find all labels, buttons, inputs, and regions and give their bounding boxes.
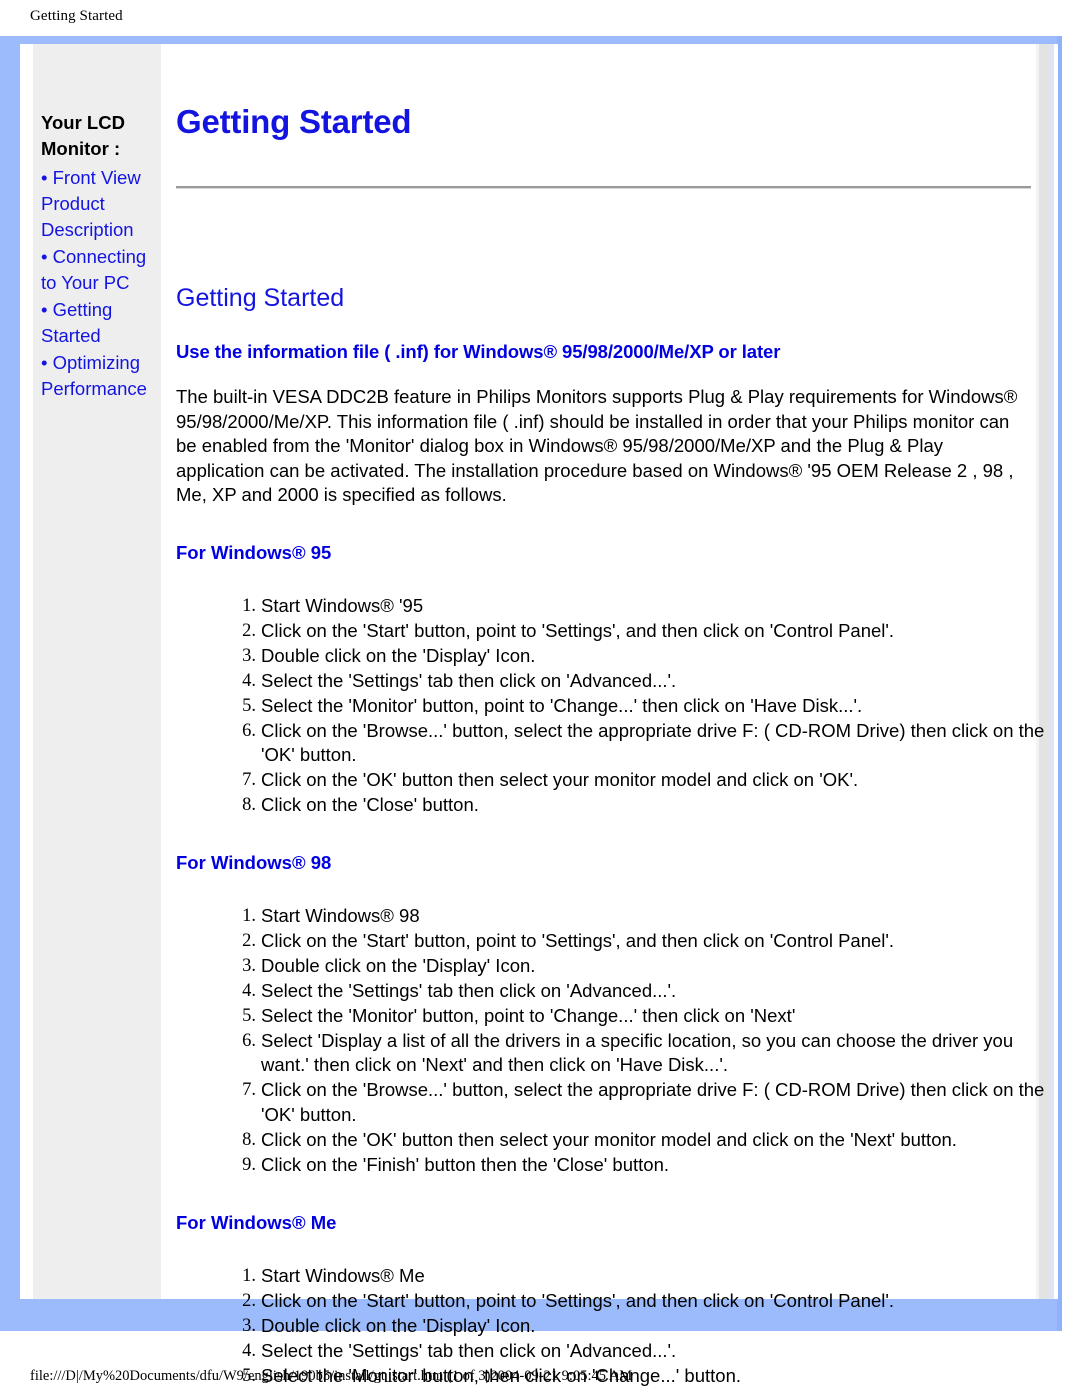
list-item: Click on the 'Browse...' button, select … [234, 719, 1045, 766]
list-item: Start Windows® '95 [234, 594, 424, 619]
bullet-icon: • [41, 351, 53, 373]
list-item: Click on the 'Start' button, point to 'S… [234, 1289, 895, 1314]
main-content: Getting Started Getting Started Use the … [176, 44, 1044, 1388]
steps-list-windows-me: Start Windows® Me Click on the 'Start' b… [176, 1234, 1031, 1388]
list-item: Click on the 'Start' button, point to 'S… [234, 929, 895, 954]
list-item: Click on the 'Browse...' button, select … [234, 1078, 1045, 1126]
list-item: Select the 'Monitor' button, point to 'C… [234, 694, 863, 719]
sidebar-item-getting-started[interactable]: • Getting Started [33, 297, 161, 350]
sidebar-item-label[interactable]: Getting Started [41, 299, 112, 346]
sidebar-nav: Your LCD Monitor : • Front View Product … [33, 110, 161, 403]
steps-list-windows-98: Start Windows® 98 Click on the 'Start' b… [176, 874, 1044, 1178]
list-item: Start Windows® Me [234, 1264, 425, 1289]
heading-for-windows-98: For Windows® 98 [176, 852, 332, 874]
list-item: Double click on the 'Display' Icon. [234, 1314, 536, 1339]
print-page-footer: file:///D|/My%20Documents/dfu/W9/english… [30, 1368, 633, 1384]
list-item: Click on the 'OK' button then select you… [234, 768, 859, 793]
sidebar-item-connecting[interactable]: • Connecting to Your PC [33, 244, 161, 297]
heading-for-windows-95: For Windows® 95 [176, 541, 332, 563]
list-item: Click on the 'OK' button then select you… [234, 1128, 957, 1153]
intro-paragraph: The built-in VESA DDC2B feature in Phili… [176, 385, 1018, 506]
sidebar-link-list: • Front View Product Description • Conne… [33, 165, 161, 403]
major-heading-inf-file: Use the information file ( .inf) for Win… [176, 340, 781, 362]
sidebar-item-optimizing[interactable]: • Optimizing Performance [33, 350, 161, 403]
page-title: Getting Started [176, 103, 412, 140]
sidebar-item-label[interactable]: Optimizing Performance [41, 352, 147, 399]
steps-list-windows-95: Start Windows® '95 Click on the 'Start' … [176, 564, 1044, 818]
list-item: Start Windows® 98 [234, 904, 420, 929]
sidebar-item-front-view[interactable]: • Front View Product Description [33, 165, 161, 244]
bullet-icon: • [41, 298, 53, 320]
list-item: Select 'Display a list of all the driver… [234, 1029, 1014, 1076]
section-title: Getting Started [176, 284, 345, 313]
heading-for-windows-me: For Windows® Me [176, 1211, 337, 1233]
print-page-header: Getting Started [30, 8, 123, 24]
list-item: Double click on the 'Display' Icon. [234, 954, 536, 979]
sidebar-item-label[interactable]: Connecting to Your PC [41, 246, 146, 293]
list-item: Select the 'Settings' tab then click on … [234, 1339, 677, 1364]
list-item: Select the 'Monitor' button, point to 'C… [234, 1004, 796, 1029]
list-item: Select the 'Settings' tab then click on … [234, 979, 677, 1004]
list-item: Double click on the 'Display' Icon. [234, 644, 536, 669]
list-item: Select the 'Settings' tab then click on … [234, 669, 677, 694]
list-item: Click on the 'Start' button, point to 'S… [234, 619, 895, 644]
list-item: Click on the 'Finish' button then the 'C… [234, 1153, 670, 1178]
sidebar-title: Your LCD Monitor : [41, 112, 125, 160]
list-item: Click on the 'Close' button. [234, 793, 479, 818]
sidebar-item-label[interactable]: Front View Product Description [41, 167, 141, 241]
bullet-icon: • [41, 166, 53, 188]
bullet-icon: • [41, 245, 53, 267]
